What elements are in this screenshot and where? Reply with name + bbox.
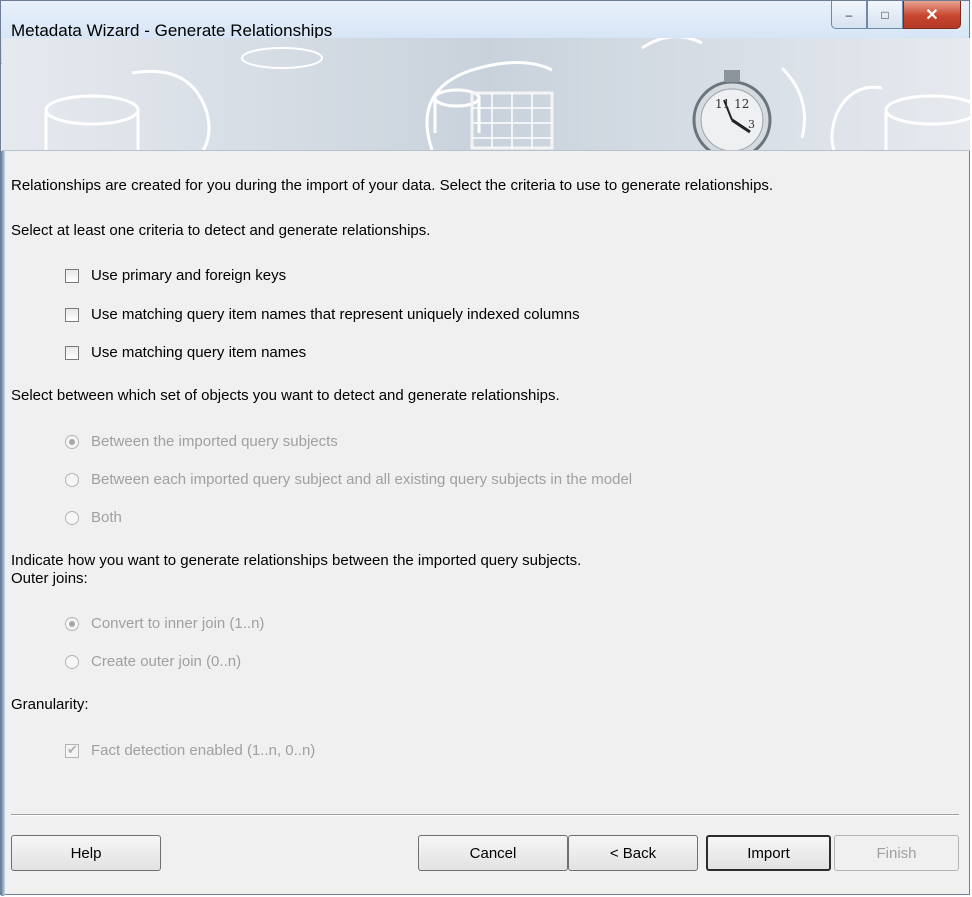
radio-button[interactable] (65, 434, 79, 449)
checkbox-label: Fact detection enabled (1..n, 0..n) (91, 742, 316, 759)
radio-label: Both (91, 509, 122, 526)
checkbox-label: Use primary and foreign keys (91, 267, 287, 284)
checkbox-matching-names[interactable]: Use matching query item names (65, 344, 306, 361)
radio-outer-join[interactable]: Create outer join (0..n) (65, 653, 241, 670)
close-icon: ✕ (925, 6, 939, 24)
wizard-window: Metadata Wizard - Generate Relationships… (0, 0, 970, 896)
maximize-icon: □ (881, 7, 889, 22)
radio-both[interactable]: Both (65, 509, 122, 526)
window-left-edge (1, 151, 5, 896)
button-separator (11, 814, 959, 816)
back-button[interactable]: < Back (568, 835, 698, 871)
radio-label: Convert to inner join (1..n) (91, 615, 265, 632)
granularity-label: Granularity: (11, 696, 89, 713)
finish-button[interactable]: Finish (834, 835, 959, 871)
joins-prompt: Indicate how you want to generate relati… (11, 552, 582, 569)
radio-label: Create outer join (0..n) (91, 653, 242, 670)
radio-button[interactable] (65, 654, 79, 669)
checkbox-primary-foreign-keys[interactable]: Use primary and foreign keys (65, 267, 286, 284)
cancel-button[interactable]: Cancel (418, 835, 568, 871)
radio-label: Between the imported query subjects (91, 433, 338, 450)
svg-text:11 12: 11 12 (715, 97, 749, 111)
checkbox-box[interactable] (65, 345, 79, 360)
checkbox-label: Use matching query item names (91, 344, 307, 361)
radio-label: Between each imported query subject and … (91, 471, 633, 488)
checkbox-box[interactable]: ✔ (65, 741, 79, 758)
outer-joins-label: Outer joins: (11, 570, 88, 587)
wizard-banner: 11 12 3 (2, 38, 970, 151)
checkbox-box[interactable] (65, 268, 79, 283)
radio-button[interactable] (65, 616, 79, 631)
svg-text:3: 3 (748, 118, 755, 131)
help-button[interactable]: Help (11, 835, 161, 871)
checkbox-unique-indexed-names[interactable]: Use matching query item names that repre… (65, 306, 580, 323)
checkbox-fact-detection[interactable]: ✔ Fact detection enabled (1..n, 0..n) (65, 742, 315, 759)
import-button[interactable]: Import (706, 835, 831, 871)
radio-inner-join[interactable]: Convert to inner join (1..n) (65, 615, 264, 632)
radio-between-imported[interactable]: Between the imported query subjects (65, 433, 338, 450)
minimize-button[interactable]: – (831, 1, 867, 29)
checkbox-box[interactable] (65, 307, 79, 322)
minimize-icon: – (845, 7, 853, 22)
radio-button[interactable] (65, 510, 79, 525)
banner-illustration: 11 12 3 (2, 38, 970, 150)
criteria-prompt: Select at least one criteria to detect a… (11, 222, 431, 239)
checkmark-icon: ✔ (67, 741, 78, 757)
window-controls: – □ ✕ (831, 1, 961, 31)
radio-button[interactable] (65, 472, 79, 487)
close-button[interactable]: ✕ (903, 1, 961, 29)
checkbox-label: Use matching query item names that repre… (91, 306, 580, 323)
radio-imported-and-existing[interactable]: Between each imported query subject and … (65, 471, 632, 488)
maximize-button[interactable]: □ (867, 1, 903, 29)
objects-prompt: Select between which set of objects you … (11, 387, 560, 404)
intro-text: Relationships are created for you during… (11, 177, 774, 194)
